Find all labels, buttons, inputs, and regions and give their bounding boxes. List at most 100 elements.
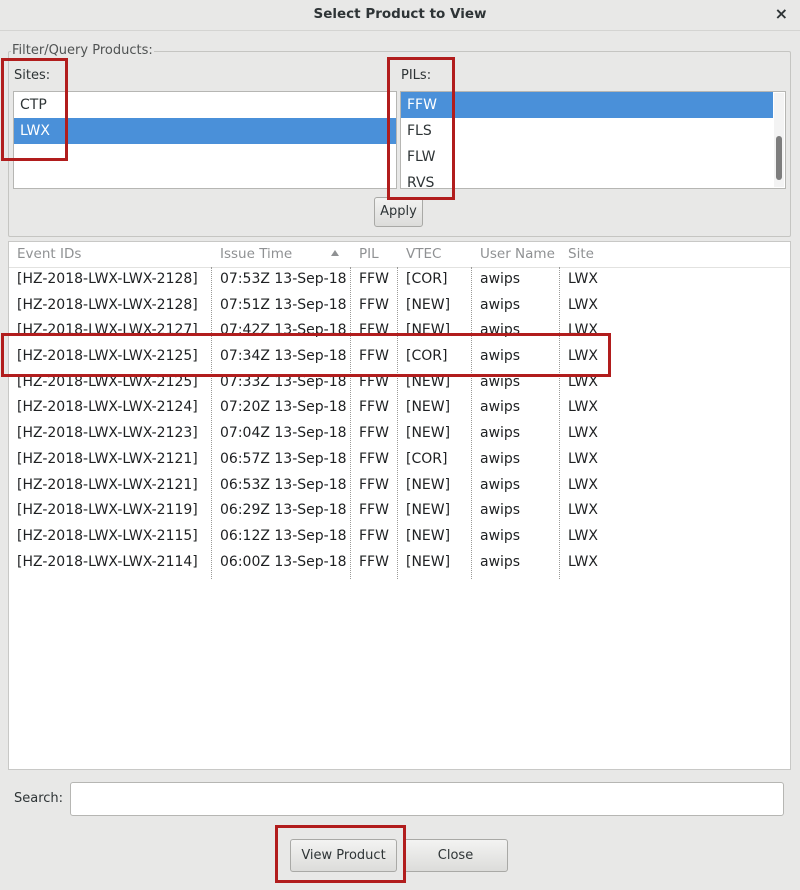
- column-header-site[interactable]: Site: [568, 246, 594, 262]
- site-cell: LWX: [568, 553, 598, 570]
- site-cell: LWX: [568, 450, 598, 467]
- column-header-event-ids[interactable]: Event IDs: [17, 246, 81, 262]
- pils-listbox[interactable]: FFW FLS FLW RVS: [400, 91, 786, 189]
- pil-cell: FFW: [359, 502, 389, 519]
- vtec-cell: [NEW]: [406, 425, 451, 442]
- user-name-cell: awips: [480, 502, 521, 519]
- site-cell: LWX: [568, 399, 598, 416]
- issue-time-cell: 07:51Z 13-Sep-18: [220, 296, 347, 313]
- site-cell: LWX: [568, 348, 598, 365]
- pil-cell: FFW: [359, 373, 389, 390]
- table-row[interactable]: [HZ-2018-LWX-LWX-2121] 06:57Z 13-Sep-18 FF…: [9, 447, 790, 473]
- search-input[interactable]: [70, 782, 784, 816]
- table-header: Event IDs Issue Time PIL VTEC User Name …: [9, 242, 790, 268]
- user-name-cell: awips: [480, 399, 521, 416]
- column-separator: [350, 267, 351, 579]
- table-row[interactable]: [HZ-2018-LWX-LWX-2128] 07:53Z 13-Sep-18 FF…: [9, 267, 790, 293]
- title-bar: Select Product to View ×: [0, 0, 800, 31]
- issue-time-cell: 07:53Z 13-Sep-18: [220, 271, 347, 287]
- close-icon[interactable]: ×: [775, 4, 788, 23]
- event-id-cell: [HZ-2018-LWX-LWX-2128]: [17, 296, 198, 313]
- column-separator: [397, 267, 398, 579]
- column-separator: [471, 267, 472, 579]
- table-row[interactable]: [HZ-2018-LWX-LWX-2121] 06:53Z 13-Sep-18 FF…: [9, 473, 790, 499]
- vtec-cell: [COR]: [406, 271, 448, 287]
- site-cell: LWX: [568, 425, 598, 442]
- sites-label: Sites:: [14, 68, 51, 83]
- event-id-cell: [HZ-2018-LWX-LWX-2121]: [17, 476, 198, 493]
- issue-time-cell: 07:33Z 13-Sep-18: [220, 373, 347, 390]
- pil-cell: FFW: [359, 271, 389, 287]
- table-row[interactable]: [HZ-2018-LWX-LWX-2125] 07:34Z 13-Sep-18 FF…: [9, 344, 790, 370]
- vtec-cell: [COR]: [406, 348, 448, 365]
- user-name-cell: awips: [480, 425, 521, 442]
- issue-time-cell: 06:29Z 13-Sep-18: [220, 502, 347, 519]
- pils-scrollbar-thumb[interactable]: [776, 136, 782, 180]
- issue-time-cell: 06:00Z 13-Sep-18: [220, 553, 347, 570]
- issue-time-cell: 07:34Z 13-Sep-18: [220, 348, 347, 365]
- table-row[interactable]: [HZ-2018-LWX-LWX-2119] 06:29Z 13-Sep-18 FF…: [9, 498, 790, 524]
- table-row[interactable]: [HZ-2018-LWX-LWX-2128] 07:51Z 13-Sep-18 FF…: [9, 293, 790, 319]
- dialog-title: Select Product to View: [313, 6, 487, 22]
- user-name-cell: awips: [480, 450, 521, 467]
- event-id-cell: [HZ-2018-LWX-LWX-2115]: [17, 527, 198, 544]
- column-separator: [211, 267, 212, 579]
- user-name-cell: awips: [480, 373, 521, 390]
- pil-item-flw[interactable]: FLW: [401, 144, 773, 170]
- user-name-cell: awips: [480, 296, 521, 313]
- select-product-dialog: Select Product to View × Filter/Query Pr…: [0, 0, 800, 890]
- pil-item-rvs[interactable]: RVS: [401, 170, 773, 188]
- close-button[interactable]: Close: [403, 839, 508, 872]
- vtec-cell: [NEW]: [406, 527, 451, 544]
- pil-item-fls[interactable]: FLS: [401, 118, 773, 144]
- table-row[interactable]: [HZ-2018-LWX-LWX-2114] 06:00Z 13-Sep-18 FF…: [9, 550, 790, 576]
- column-separator: [559, 267, 560, 579]
- view-product-button[interactable]: View Product: [290, 839, 397, 872]
- column-header-issue-time[interactable]: Issue Time: [220, 246, 292, 262]
- site-item-ctp[interactable]: CTP: [14, 92, 396, 118]
- pil-cell: FFW: [359, 553, 389, 570]
- table-row[interactable]: [HZ-2018-LWX-LWX-2115] 06:12Z 13-Sep-18 FF…: [9, 524, 790, 550]
- table-body: [HZ-2018-LWX-LWX-2128] 07:53Z 13-Sep-18 FF…: [9, 267, 790, 575]
- sites-listbox[interactable]: CTP LWX: [13, 91, 397, 189]
- event-id-cell: [HZ-2018-LWX-LWX-2128]: [17, 271, 198, 287]
- site-cell: LWX: [568, 502, 598, 519]
- column-header-vtec[interactable]: VTEC: [406, 246, 441, 262]
- issue-time-cell: 06:12Z 13-Sep-18: [220, 527, 347, 544]
- table-row[interactable]: [HZ-2018-LWX-LWX-2123] 07:04Z 13-Sep-18 FF…: [9, 421, 790, 447]
- vtec-cell: [NEW]: [406, 373, 451, 390]
- issue-time-cell: 07:04Z 13-Sep-18: [220, 425, 347, 442]
- issue-time-cell: 06:57Z 13-Sep-18: [220, 450, 347, 467]
- pil-cell: FFW: [359, 425, 389, 442]
- apply-button[interactable]: Apply: [374, 197, 423, 227]
- filter-group-legend: Filter/Query Products:: [11, 43, 154, 58]
- pil-item-ffw[interactable]: FFW: [401, 92, 773, 118]
- user-name-cell: awips: [480, 553, 521, 570]
- sort-ascending-icon: [331, 250, 339, 256]
- site-cell: LWX: [568, 527, 598, 544]
- vtec-cell: [COR]: [406, 450, 448, 467]
- event-id-cell: [HZ-2018-LWX-LWX-2125]: [17, 348, 198, 365]
- vtec-cell: [NEW]: [406, 502, 451, 519]
- vtec-cell: [NEW]: [406, 322, 451, 339]
- pil-cell: FFW: [359, 450, 389, 467]
- pil-cell: FFW: [359, 476, 389, 493]
- site-cell: LWX: [568, 476, 598, 493]
- event-id-cell: [HZ-2018-LWX-LWX-2124]: [17, 399, 198, 416]
- column-header-user-name[interactable]: User Name: [480, 246, 555, 262]
- column-header-pil[interactable]: PIL: [359, 246, 379, 262]
- event-id-cell: [HZ-2018-LWX-LWX-2114]: [17, 553, 198, 570]
- pil-cell: FFW: [359, 322, 389, 339]
- user-name-cell: awips: [480, 348, 521, 365]
- pil-cell: FFW: [359, 399, 389, 416]
- vtec-cell: [NEW]: [406, 296, 451, 313]
- table-row[interactable]: [HZ-2018-LWX-LWX-2125] 07:33Z 13-Sep-18 FF…: [9, 370, 790, 396]
- table-row[interactable]: [HZ-2018-LWX-LWX-2124] 07:20Z 13-Sep-18 FF…: [9, 395, 790, 421]
- vtec-cell: [NEW]: [406, 553, 451, 570]
- pils-scrollbar[interactable]: [774, 93, 784, 187]
- event-id-cell: [HZ-2018-LWX-LWX-2119]: [17, 502, 198, 519]
- pils-label: PILs:: [401, 68, 432, 83]
- table-row[interactable]: [HZ-2018-LWX-LWX-2127] 07:42Z 13-Sep-18 FF…: [9, 318, 790, 344]
- site-item-lwx[interactable]: LWX: [14, 118, 396, 144]
- vtec-cell: [NEW]: [406, 476, 451, 493]
